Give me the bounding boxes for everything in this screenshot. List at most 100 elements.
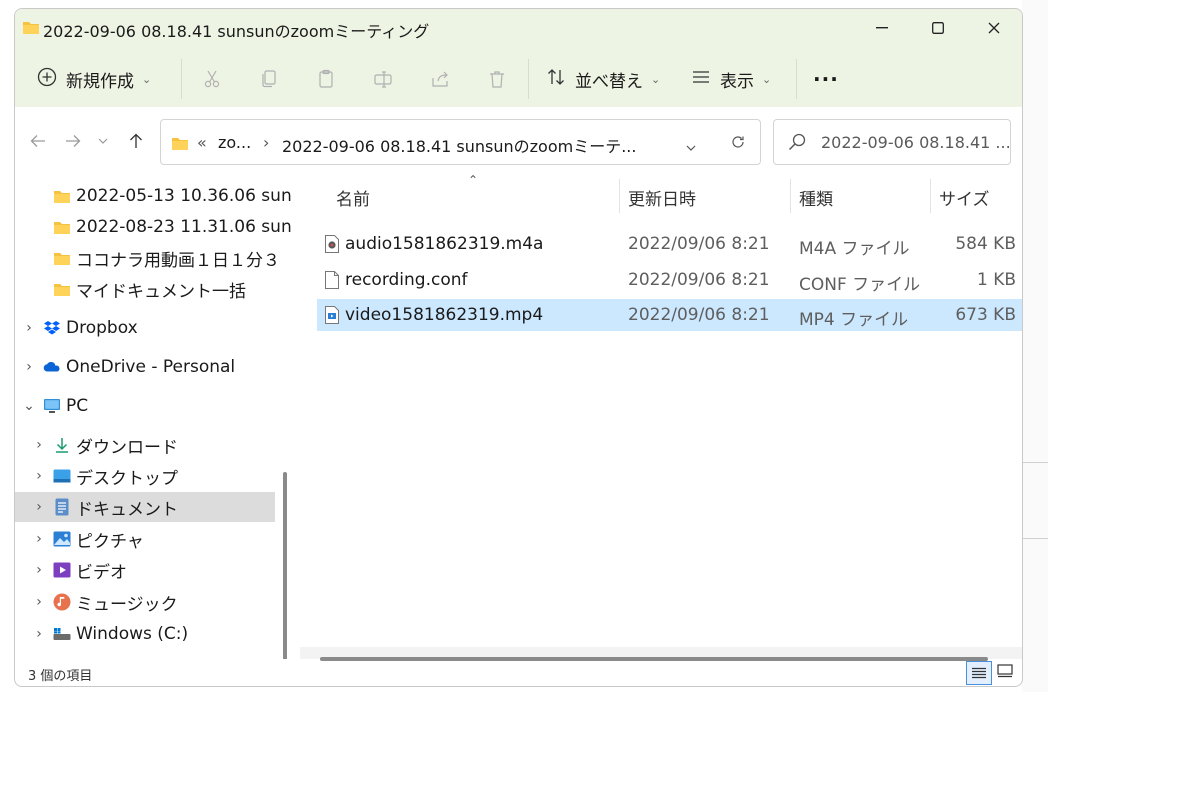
- maximize-button[interactable]: [909, 9, 967, 47]
- sidebar-item-videos[interactable]: › ビデオ: [15, 555, 275, 585]
- chevron-right-icon[interactable]: ›: [23, 320, 35, 336]
- details-view-button[interactable]: [966, 661, 992, 685]
- sidebar-item-onedrive[interactable]: › OneDrive - Personal: [15, 352, 275, 382]
- chevron-down-icon[interactable]: ⌄: [23, 398, 35, 414]
- address-bar[interactable]: « zo... › 2022-09-06 08.18.41 sunsunのzoo…: [160, 119, 761, 165]
- close-button[interactable]: [965, 9, 1022, 47]
- file-name: video1581862319.mp4: [345, 305, 544, 325]
- view-button[interactable]: 表示 ⌄: [691, 59, 771, 99]
- sidebar-item-label: OneDrive - Personal: [66, 357, 236, 377]
- chevron-right-icon[interactable]: ›: [33, 437, 45, 453]
- desktop-icon: [53, 467, 71, 485]
- forward-arrow-icon[interactable]: [61, 129, 85, 153]
- more-icon: ···: [813, 67, 839, 91]
- file-type: M4A ファイル: [799, 239, 910, 259]
- sidebar-item-desktop[interactable]: › デスクトップ: [15, 461, 275, 491]
- documents-icon: [53, 498, 71, 516]
- sidebar-scrollbar[interactable]: [283, 472, 287, 659]
- file-type: CONF ファイル: [799, 275, 921, 295]
- cut-icon[interactable]: [200, 67, 224, 91]
- divider: [1022, 538, 1048, 539]
- download-arrow-icon: [53, 436, 71, 454]
- sidebar-item-folder-mydocs[interactable]: マイドキュメント一括: [15, 274, 275, 304]
- toolbar-separator: [796, 59, 797, 99]
- breadcrumb-current[interactable]: 2022-09-06 08.18.41 sunsunのzoomミーテ...: [282, 133, 636, 157]
- chevron-down-icon: ⌄: [142, 72, 152, 86]
- title-bar[interactable]: 2022-09-06 08.18.41 sunsunのzoomミーティング: [15, 9, 1022, 47]
- chevron-right-icon[interactable]: ›: [33, 468, 45, 484]
- sidebar-item-label: ドキュメント: [76, 499, 178, 520]
- breadcrumb-overflow[interactable]: «: [197, 133, 207, 152]
- sidebar-item-label: デスクトップ: [76, 468, 178, 489]
- file-row[interactable]: audio1581862319.m4a 2022/09/06 8:21 M4A …: [317, 228, 1022, 260]
- column-separator[interactable]: [790, 179, 791, 213]
- sidebar-item-documents[interactable]: › ドキュメント: [15, 492, 275, 522]
- sidebar-item-folder-0823[interactable]: 2022-08-23 11.31.06 sun: [15, 212, 292, 242]
- new-button[interactable]: 新規作成 ⌄: [37, 59, 151, 99]
- file-row[interactable]: recording.conf 2022/09/06 8:21 CONF ファイル…: [317, 264, 1022, 296]
- folder-icon: [172, 135, 188, 154]
- folder-icon: [53, 187, 71, 205]
- more-options-button[interactable]: ···: [813, 59, 839, 99]
- file-date: 2022/09/06 8:21: [628, 305, 770, 325]
- chevron-right-icon[interactable]: ›: [33, 594, 45, 610]
- sidebar-item-label: ピクチャ: [76, 531, 144, 552]
- sort-button[interactable]: 並べ替え ⌄: [546, 59, 660, 99]
- sidebar-item-folder-coconala[interactable]: ココナラ用動画１日１分３: [15, 243, 280, 273]
- chevron-down-icon: ⌄: [651, 72, 661, 86]
- breadcrumb-separator[interactable]: ›: [263, 133, 269, 152]
- sidebar-item-dropbox[interactable]: › Dropbox: [15, 313, 275, 343]
- drive-icon: [53, 625, 71, 643]
- file-row-selected[interactable]: video1581862319.mp4 2022/09/06 8:21 MP4 …: [317, 299, 1022, 331]
- breadcrumb-item[interactable]: zo...: [218, 133, 251, 152]
- recent-locations-chevron-icon[interactable]: [91, 129, 115, 153]
- chevron-down-icon[interactable]: [686, 137, 696, 156]
- details-view-icon: [972, 664, 986, 683]
- rename-icon[interactable]: [371, 67, 395, 91]
- item-count: 3 個の項目: [28, 669, 93, 684]
- sidebar-item-folder-0513[interactable]: 2022-05-13 10.36.06 sun: [15, 181, 292, 211]
- chevron-right-icon[interactable]: ›: [33, 531, 45, 547]
- file-name: recording.conf: [345, 270, 468, 290]
- sort-ascending-icon: ⌃: [468, 173, 479, 187]
- delete-icon[interactable]: [485, 67, 509, 91]
- chevron-right-icon[interactable]: ›: [33, 562, 45, 578]
- column-header-type[interactable]: 種類: [799, 185, 833, 210]
- sidebar-item-label: ミュージック: [76, 594, 178, 615]
- divider: [1022, 462, 1048, 463]
- sidebar-item-label: ダウンロード: [76, 437, 178, 458]
- file-type: MP4 ファイル: [799, 310, 909, 330]
- chevron-right-icon[interactable]: ›: [33, 626, 45, 642]
- back-arrow-icon[interactable]: [26, 129, 50, 153]
- sidebar-item-pc[interactable]: ⌄ PC: [15, 391, 275, 421]
- file-date: 2022/09/06 8:21: [628, 234, 770, 254]
- video-file-icon: [325, 306, 339, 328]
- minimize-button[interactable]: [853, 9, 911, 47]
- sidebar-item-music[interactable]: › ミュージック: [15, 587, 275, 617]
- file-date: 2022/09/06 8:21: [628, 270, 770, 290]
- file-list: ⌃ 名前 更新日時 種類 サイズ audio1581862319.m4a 202…: [300, 173, 1022, 661]
- file-size: 584 KB: [955, 234, 1016, 254]
- chevron-right-icon[interactable]: ›: [33, 499, 45, 515]
- chevron-right-icon[interactable]: ›: [23, 359, 35, 375]
- large-icons-view-button[interactable]: [993, 661, 1017, 683]
- sidebar-item-pictures[interactable]: › ピクチャ: [15, 524, 275, 554]
- sidebar-item-windows-drive[interactable]: › Windows (C:): [15, 619, 275, 649]
- column-header-size[interactable]: サイズ: [939, 185, 990, 210]
- file-size: 673 KB: [955, 305, 1016, 325]
- paste-icon[interactable]: [314, 67, 338, 91]
- sidebar-item-downloads[interactable]: › ダウンロード: [15, 430, 275, 460]
- column-header-date[interactable]: 更新日時: [628, 185, 696, 210]
- search-box[interactable]: 2022-09-06 08.18.41 ...: [773, 119, 1011, 165]
- column-separator[interactable]: [619, 179, 620, 213]
- onedrive-cloud-icon: [43, 358, 61, 376]
- window-title: 2022-09-06 08.18.41 sunsunのzoomミーティング: [43, 22, 430, 41]
- share-icon[interactable]: [428, 67, 452, 91]
- pc-monitor-icon: [43, 397, 61, 415]
- column-header-name[interactable]: 名前: [336, 185, 370, 210]
- up-arrow-icon[interactable]: [124, 129, 148, 153]
- refresh-icon[interactable]: [731, 134, 745, 153]
- toolbar-separator: [181, 59, 182, 99]
- copy-icon[interactable]: [257, 67, 281, 91]
- column-separator[interactable]: [930, 179, 931, 213]
